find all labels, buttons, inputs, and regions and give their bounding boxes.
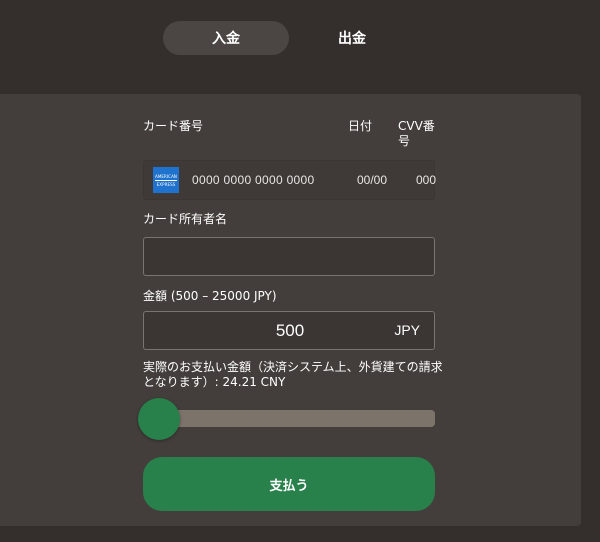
cvv-label-line2: 号 bbox=[398, 134, 411, 148]
holder-name-input[interactable] bbox=[143, 237, 435, 276]
amount-label: 金額 (500 – 25000 JPY) bbox=[143, 289, 277, 303]
card-cvv-input[interactable] bbox=[414, 172, 450, 188]
actual-amount-note: 実際のお支払い金額（決済システム上、外貨建ての請求 となります）: 24.21 … bbox=[143, 360, 443, 390]
note-line1: 実際のお支払い金額（決済システム上、外貨建ての請求 bbox=[143, 360, 443, 374]
amex-brand-line1: AMERICAN bbox=[155, 173, 177, 179]
amount-slider-handle[interactable] bbox=[138, 398, 180, 440]
tab-deposit[interactable]: 入金 bbox=[163, 21, 289, 55]
amount-currency: JPY bbox=[394, 322, 420, 338]
note-line2: となります）: 24.21 CNY bbox=[143, 375, 286, 389]
tab-withdraw[interactable]: 出金 bbox=[289, 21, 415, 55]
cvv-label: CVV番 号 bbox=[398, 119, 435, 149]
tab-bar: 入金 出金 bbox=[163, 21, 415, 55]
date-label: 日付 bbox=[348, 119, 373, 133]
pay-button[interactable]: 支払う bbox=[143, 457, 435, 511]
card-date-input[interactable] bbox=[355, 172, 399, 188]
amount-slider-track[interactable] bbox=[143, 410, 435, 427]
card-number-label: カード番号 bbox=[143, 119, 204, 133]
deposit-page: 入金 出金 カード番号 日付 CVV番 号 AMERICAN EXPRESS カ… bbox=[0, 0, 600, 542]
holder-name-label: カード所有者名 bbox=[143, 212, 228, 226]
cvv-label-line1: CVV番 bbox=[398, 119, 435, 133]
payment-panel: カード番号 日付 CVV番 号 AMERICAN EXPRESS カード所有者名… bbox=[0, 94, 581, 526]
amex-brand-line2: EXPRESS bbox=[156, 181, 176, 187]
amount-value: 500 bbox=[275, 321, 305, 340]
amount-field[interactable]: 500 JPY bbox=[143, 311, 435, 350]
amex-card-icon: AMERICAN EXPRESS bbox=[153, 167, 179, 193]
card-number-input[interactable] bbox=[190, 172, 344, 188]
card-details-row: AMERICAN EXPRESS bbox=[143, 160, 450, 200]
